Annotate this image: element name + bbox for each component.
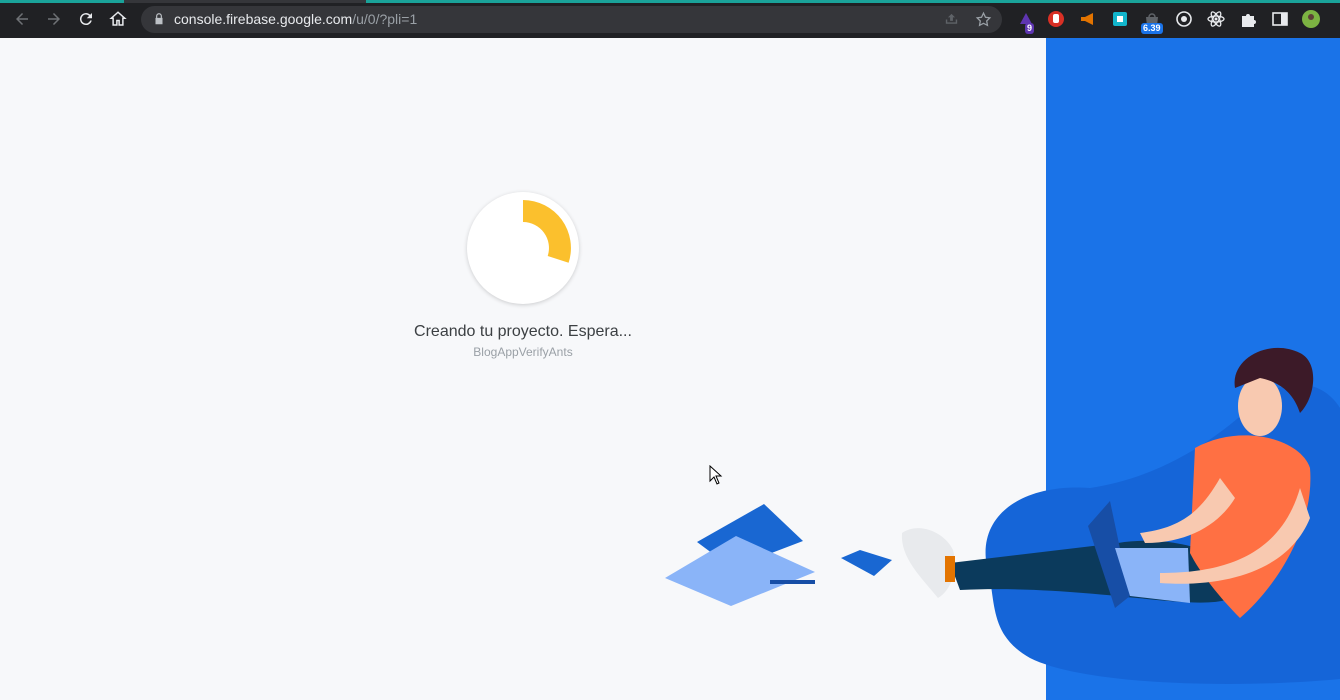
extension-badge: 9 [1025,23,1035,34]
person-with-laptop-illustration [665,347,1340,684]
target-extension-icon[interactable] [1175,10,1193,28]
puzzle-extensions-icon[interactable] [1239,10,1257,28]
home-button[interactable] [108,9,128,29]
react-extension-icon[interactable] [1207,10,1225,28]
share-icon[interactable] [943,11,960,28]
side-panel-icon[interactable] [1271,10,1289,28]
status-message: Creando tu proyecto. Espera... [414,323,632,340]
firebase-console-page: Creando tu proyecto. Espera... BlogAppVe… [0,38,1340,700]
lock-icon [155,13,163,25]
address-bar[interactable]: console.firebase.google.com/u/0/?pli=1 [141,6,1002,33]
reload-icon [79,13,92,26]
reload-button[interactable] [76,9,96,29]
profile-avatar[interactable] [1302,10,1320,28]
arrow-right-icon [48,13,60,25]
arrow-left-icon [16,13,28,25]
url-text: console.firebase.google.com/u/0/?pli=1 [174,11,418,27]
hand-stop-extension-icon[interactable] [1047,10,1065,28]
progress-arc [523,200,571,263]
megaphone-extension-icon[interactable] [1079,10,1097,28]
progress-spinner [467,192,579,304]
extension-badge: 6.39 [1141,23,1163,34]
bookmark-star-icon[interactable] [975,11,992,28]
browser-toolbar: console.firebase.google.com/u/0/?pli=1 9… [0,0,1340,38]
tab-strip [0,0,1340,3]
square-extension-icon[interactable] [1111,10,1129,28]
home-icon [109,11,127,26]
project-name: BlogAppVerifyAnts [473,345,573,359]
back-button[interactable] [12,9,32,29]
forward-button[interactable] [44,9,64,29]
